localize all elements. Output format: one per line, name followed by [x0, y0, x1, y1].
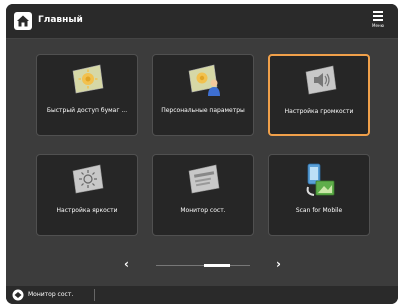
- status-monitor-label: Монитор сост.: [28, 291, 74, 298]
- personal-settings-icon: [188, 64, 220, 96]
- menu-icon: [373, 11, 383, 21]
- status-monitor-small-icon: [12, 289, 24, 301]
- menu-button[interactable]: Меню: [366, 9, 390, 33]
- tile-label: Монитор сост.: [180, 207, 226, 214]
- tile-brightness-settings[interactable]: Настройка яркости: [36, 154, 138, 236]
- tile-label: Быстрый доступ бумаг ...: [46, 107, 128, 114]
- settings-sheet-icon: [72, 64, 104, 94]
- scan-for-mobile-icon: [306, 163, 335, 196]
- previous-page-button[interactable]: ‹: [124, 258, 129, 270]
- home-icon: [14, 12, 32, 30]
- tile-label: Персональные параметры: [161, 107, 245, 114]
- status-monitor-icon: [188, 164, 220, 194]
- tile-volume-settings[interactable]: Настройка громкости: [268, 54, 370, 136]
- tile-paper-settings[interactable]: Быстрый доступ бумаг ...: [36, 54, 138, 136]
- menu-label: Меню: [372, 23, 384, 28]
- tile-status-monitor[interactable]: Монитор сост.: [152, 154, 254, 236]
- home-button[interactable]: [14, 12, 32, 30]
- divider: [94, 289, 95, 301]
- volume-icon: [305, 65, 337, 95]
- page-title: Главный: [38, 15, 83, 25]
- tile-label: Scan for Mobile: [295, 207, 343, 214]
- top-bar: Главный Меню: [6, 4, 398, 39]
- next-page-button[interactable]: ›: [276, 258, 281, 270]
- brightness-icon: [72, 164, 104, 194]
- page-navigator: ‹ ›: [6, 254, 398, 274]
- tile-label: Настройка громкости: [284, 108, 354, 115]
- tile-scan-for-mobile[interactable]: Scan for Mobile: [268, 154, 370, 236]
- tile-label: Настройка яркости: [56, 207, 118, 214]
- bottom-bar: Монитор сост.: [6, 286, 398, 304]
- page-indicator: [204, 264, 230, 267]
- device-screen: Главный Меню Быстрый доступ бумаг ... Пе…: [6, 4, 398, 304]
- page-track: [156, 265, 250, 266]
- tile-personal-settings[interactable]: Персональные параметры: [152, 54, 254, 136]
